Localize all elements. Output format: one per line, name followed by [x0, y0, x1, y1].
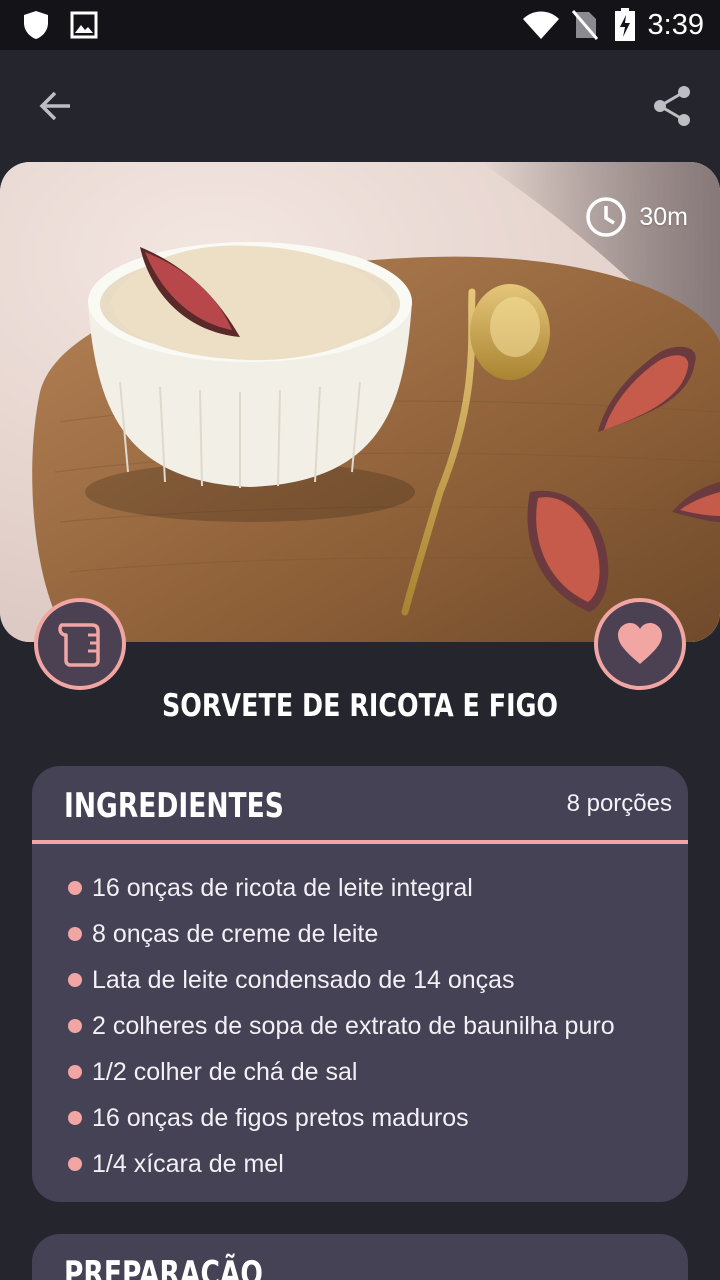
- cook-time-value: 30m: [639, 202, 688, 231]
- bullet: [68, 1019, 82, 1033]
- ingredient-item: Lata de leite condensado de 14 onças: [32, 957, 688, 1003]
- ingredient-text: 16 onças de figos pretos maduros: [92, 1103, 469, 1132]
- app-bar: [0, 50, 720, 162]
- ingredient-text: 1/2 colher de chá de sal: [92, 1057, 358, 1086]
- status-time: 3:39: [647, 8, 704, 41]
- share-button[interactable]: [640, 74, 704, 138]
- ingredients-header: INGREDIENTES 8 porções: [32, 766, 688, 844]
- ingredient-text: 16 onças de ricota de leite integral: [92, 873, 473, 902]
- ingredient-item: 8 onças de creme de leite: [32, 911, 688, 957]
- bullet: [68, 927, 82, 941]
- bullet: [68, 1111, 82, 1125]
- status-bar: 3:39: [0, 0, 720, 50]
- no-sim-icon: [572, 0, 598, 50]
- preparation-card: PREPARAÇÃO: [32, 1234, 688, 1280]
- cook-time: 30m: [585, 194, 688, 240]
- ingredients-title: INGREDIENTES: [64, 786, 284, 826]
- favorite-button[interactable]: [594, 598, 686, 690]
- shield-icon: [22, 0, 50, 50]
- ingredient-item: 16 onças de ricota de leite integral: [32, 865, 688, 911]
- clock-icon: [586, 197, 627, 237]
- recipe-image: 30m: [0, 162, 720, 642]
- wifi-icon: [522, 0, 560, 50]
- ingredient-text: 2 colheres de sopa de extrato de baunilh…: [92, 1011, 615, 1040]
- measurements-button[interactable]: [34, 598, 126, 690]
- ingredient-text: 8 onças de creme de leite: [92, 919, 379, 948]
- ingredient-item: 1/2 colher de chá de sal: [32, 1049, 688, 1095]
- ingredient-text: 1/4 xícara de mel: [92, 1149, 284, 1178]
- arrow-left-icon: [39, 91, 70, 121]
- measuring-cup-icon: [58, 623, 100, 667]
- preparation-title: PREPARAÇÃO: [64, 1254, 263, 1280]
- ingredients-card: INGREDIENTES 8 porções 16 onças de ricot…: [32, 766, 688, 1202]
- ingredient-text: Lata de leite condensado de 14 onças: [92, 965, 515, 994]
- ingredient-item: 16 onças de figos pretos maduros: [32, 1095, 688, 1141]
- heart-icon: [618, 623, 662, 664]
- recipe-title: SORVETE DE RICOTA E FIGO: [161, 688, 559, 724]
- ingredient-item: 2 colheres de sopa de extrato de baunilh…: [32, 1003, 688, 1049]
- back-button[interactable]: [24, 74, 88, 138]
- share-icon: [654, 86, 690, 126]
- bullet: [68, 1157, 82, 1171]
- ingredient-list: 16 onças de ricota de leite integral 8 o…: [32, 844, 688, 1187]
- battery-charging-icon: [614, 0, 636, 50]
- image-icon: [70, 0, 98, 50]
- bullet: [68, 1065, 82, 1079]
- bullet: [68, 881, 82, 895]
- servings-count: 8 porções: [566, 790, 672, 817]
- ingredient-item: 1/4 xícara de mel: [32, 1141, 688, 1187]
- preparation-header: PREPARAÇÃO: [32, 1234, 688, 1280]
- bullet: [68, 973, 82, 987]
